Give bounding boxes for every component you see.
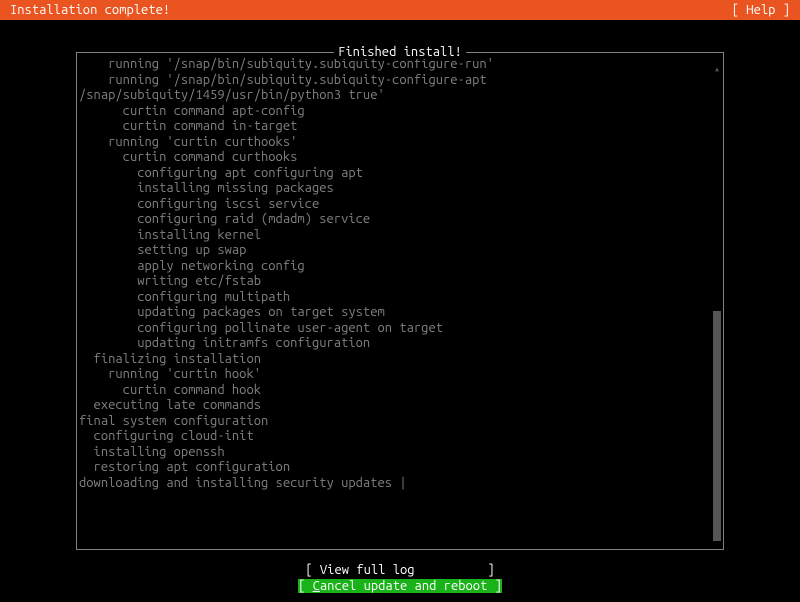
log-line: updating packages on target system — [79, 305, 715, 321]
cancel-update-reboot-button[interactable]: [ Cancel update and reboot ] — [76, 578, 724, 594]
scroll-up-icon[interactable]: ▴ — [713, 63, 721, 75]
log-line: running '/snap/bin/subiquity.subiquity-c… — [79, 73, 715, 89]
button-area: [ View full log ] [ Cancel update and re… — [76, 562, 724, 594]
header-bar: Installation complete! [ Help ] — [0, 0, 800, 20]
log-line: installing missing packages — [79, 181, 715, 197]
log-line: configuring multipath — [79, 290, 715, 306]
log-line: executing late commands — [79, 398, 715, 414]
scrollbar[interactable]: ▴ — [713, 63, 721, 543]
log-box: Finished install! running '/snap/bin/sub… — [76, 52, 724, 550]
log-line: /snap/subiquity/1459/usr/bin/python3 tru… — [79, 88, 715, 104]
log-line: installing kernel — [79, 228, 715, 244]
log-line: running '/snap/bin/subiquity.subiquity-c… — [79, 57, 715, 73]
log-line: configuring apt configuring apt — [79, 166, 715, 182]
log-output: running '/snap/bin/subiquity.subiquity-c… — [79, 57, 715, 491]
log-line: setting up swap — [79, 243, 715, 259]
header-title: Installation complete! — [8, 3, 170, 17]
log-line: configuring cloud-init — [79, 429, 715, 445]
log-line: configuring iscsi service — [79, 197, 715, 213]
log-line: configuring pollinate user-agent on targ… — [79, 321, 715, 337]
log-line: apply networking config — [79, 259, 715, 275]
log-line: installing openssh — [79, 445, 715, 461]
hotkey-c: C — [313, 579, 320, 593]
log-line: final system configuration — [79, 414, 715, 430]
log-line: downloading and installing security upda… — [79, 476, 715, 492]
log-line: writing etc/fstab — [79, 274, 715, 290]
help-button[interactable]: [ Help ] — [732, 3, 792, 17]
log-line: curtin command in-target — [79, 119, 715, 135]
scrollbar-thumb[interactable] — [713, 311, 721, 541]
log-line: configuring raid (mdadm) service — [79, 212, 715, 228]
log-line: curtin command hook — [79, 383, 715, 399]
log-line: curtin command curthooks — [79, 150, 715, 166]
content-area: Finished install! running '/snap/bin/sub… — [0, 20, 800, 602]
log-box-title: Finished install! — [334, 45, 466, 59]
log-line: restoring apt configuration — [79, 460, 715, 476]
view-full-log-button[interactable]: [ View full log ] — [76, 562, 724, 578]
log-line: running 'curtin curthooks' — [79, 135, 715, 151]
log-line: running 'curtin hook' — [79, 367, 715, 383]
log-line: updating initramfs configuration — [79, 336, 715, 352]
log-line: curtin command apt-config — [79, 104, 715, 120]
log-line: finalizing installation — [79, 352, 715, 368]
